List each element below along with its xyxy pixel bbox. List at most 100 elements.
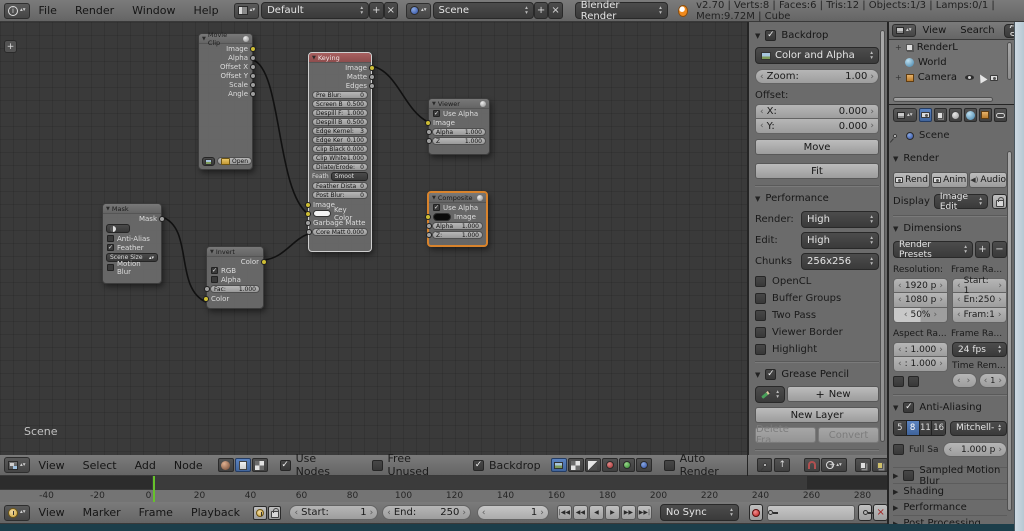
outliner-item-camera[interactable]: + Camera <box>889 70 1014 85</box>
node-keying-header[interactable]: ▼Keying <box>309 53 371 63</box>
socket-image-out[interactable] <box>250 46 256 52</box>
render-engine-select[interactable]: Blender Render <box>575 2 668 19</box>
frame-step-field[interactable]: Fram:1 <box>952 308 1007 323</box>
socket-scale-out[interactable] <box>250 82 256 88</box>
menu-item[interactable]: Render <box>66 4 123 17</box>
key-color-swatch[interactable] <box>313 210 331 217</box>
backdrop-b-button[interactable] <box>636 458 652 472</box>
anti-alias-checkbox[interactable]: ✓ <box>107 235 114 242</box>
socket-image-in[interactable] <box>305 202 311 208</box>
go-to-parent-button[interactable]: ↑ <box>774 458 790 472</box>
socket-matte-out[interactable] <box>369 74 375 80</box>
outliner-vscrollbar[interactable] <box>1007 42 1012 80</box>
add-preset-button[interactable]: + <box>975 241 990 258</box>
open-clip-button[interactable]: Open <box>217 157 252 165</box>
free-unused-checkbox[interactable]: ✓ <box>372 460 383 471</box>
z-slider[interactable]: Z1.000 <box>432 137 486 145</box>
compositing-nodes-button[interactable] <box>235 458 251 472</box>
animation-button[interactable]: Anim <box>931 172 968 188</box>
aspect-y-field[interactable]: : 1.000 <box>893 357 948 372</box>
socket-alpha-in[interactable] <box>426 129 432 135</box>
time-remap-old[interactable] <box>952 373 977 388</box>
socket-color-in[interactable] <box>203 296 209 302</box>
use-nodes-toggle[interactable]: ✓Use Nodes <box>280 452 352 478</box>
scene-name-field[interactable]: Scene <box>433 2 534 19</box>
layout-selector-icon[interactable]: ▴▾ <box>234 3 260 19</box>
resolution-x-field[interactable]: 1920 p <box>893 278 948 293</box>
record-button[interactable] <box>749 504 764 521</box>
option-row[interactable]: ✓ Viewer Border <box>755 327 879 338</box>
render-panel-header[interactable]: ▼Render <box>893 153 1007 164</box>
frame-end-field[interactable]: En:250 <box>952 293 1007 308</box>
layout-name-field[interactable]: Default <box>261 2 369 19</box>
core-matte-slider[interactable]: Core Matt 0.000 <box>312 228 368 236</box>
socket-color-out[interactable] <box>261 259 267 265</box>
menu-item[interactable]: Playback <box>182 506 249 519</box>
display-mode-select[interactable]: Image Edit <box>934 194 988 209</box>
chunks-select[interactable]: 256x256 <box>801 253 879 270</box>
time-remap-new[interactable]: 1 <box>979 373 1007 388</box>
backdrop-toggle[interactable]: ✓Backdrop <box>473 459 541 472</box>
node-mask-header[interactable]: ▼Mask <box>103 204 161 214</box>
node-composite-header[interactable]: ▼Composite <box>429 193 486 203</box>
outliner-item-world[interactable]: World <box>889 55 1014 70</box>
node-keying[interactable]: ▼Keying Image Matte Edges Pre Blur:0 Scr… <box>308 52 372 252</box>
keying-param-slider[interactable]: Despill B0.500 <box>312 118 368 126</box>
timeline-ruler[interactable]: -40-200204060801001201401601802002202402… <box>0 489 888 502</box>
keying-set-field[interactable] <box>767 505 854 521</box>
current-frame-field[interactable]: 1 <box>477 505 549 520</box>
option-checkbox[interactable]: ✓ <box>755 310 766 321</box>
expand-icon[interactable]: + <box>895 43 902 52</box>
socket-edges-out[interactable] <box>369 83 375 89</box>
option-checkbox[interactable]: ✓ <box>755 276 766 287</box>
insert-keyframe-button[interactable] <box>858 504 873 521</box>
tab-render-layers[interactable] <box>934 108 947 122</box>
node-mask[interactable]: ▼Mask Mask ✓Anti-Alias ✓Feather Scene Si… <box>102 203 162 284</box>
delete-layout-button[interactable]: × <box>384 2 398 19</box>
menu-item[interactable]: Node <box>165 459 212 472</box>
alpha-slider[interactable]: Alpha1.000 <box>432 222 483 230</box>
keying-param-slider[interactable]: Clip White1.000 <box>312 154 368 162</box>
visibility-eye-icon[interactable] <box>965 75 974 80</box>
aa-samples-11[interactable]: 11 <box>920 421 933 435</box>
scene-selector-icon[interactable]: ▴▾ <box>406 3 431 19</box>
z-slider[interactable]: Z:1.000 <box>432 231 483 239</box>
menu-item[interactable]: Marker <box>74 506 130 519</box>
node-composite[interactable]: ▼Composite ✓Use Alpha Image Alpha1.000 Z… <box>427 191 488 247</box>
keying-param-slider[interactable]: Dilate/Erode:0 <box>312 163 368 171</box>
backdrop-alpha-button[interactable] <box>585 458 601 472</box>
socket-mask-out[interactable] <box>159 216 165 222</box>
socket-fac-in[interactable] <box>204 286 210 292</box>
keying-param-slider[interactable]: Edge Ker0.100 <box>312 136 368 144</box>
node-editor-canvas[interactable]: + Scene ▼ Movie Clip Image Alpha Offset … <box>0 22 748 455</box>
mask-datablock-select[interactable] <box>106 224 130 233</box>
grease-pencil-checkbox[interactable]: ✓ <box>765 369 776 380</box>
menu-item[interactable]: View <box>30 459 74 472</box>
node-invert[interactable]: ▼Invert Color ✓RGB ✓Alpha Fac:1.000 Colo… <box>206 246 264 309</box>
socket-image-in[interactable] <box>425 214 431 220</box>
node-viewer[interactable]: ▼Viewer ✓Use Alpha Image Alpha1.000 Z1.0… <box>428 98 490 155</box>
socket-offsetx-out[interactable] <box>250 64 256 70</box>
copy-nodes-button[interactable] <box>855 458 871 472</box>
tab-constraints[interactable] <box>994 108 1007 122</box>
grease-pencil-datablock-select[interactable] <box>755 386 785 403</box>
aspect-x-field[interactable]: : 1.000 <box>893 342 948 357</box>
render-presets-select[interactable]: Render Presets <box>893 241 973 258</box>
socket-angle-out[interactable] <box>250 91 256 97</box>
backdrop-g-button[interactable] <box>619 458 635 472</box>
socket-z-in[interactable] <box>426 138 432 144</box>
menu-item[interactable]: File <box>30 4 66 17</box>
backdrop-color-button[interactable] <box>551 458 567 472</box>
delete-frame-button[interactable]: Delete Fra... <box>755 427 816 443</box>
outliner-item-renderlayers[interactable]: + RenderL <box>889 40 1014 55</box>
resolution-y-field[interactable]: 1080 p <box>893 293 948 308</box>
menu-item[interactable]: Search <box>953 25 1001 36</box>
audio-button[interactable]: ◀)Audio <box>969 172 1007 188</box>
auto-render-checkbox[interactable]: ✓ <box>664 460 675 471</box>
playback-button[interactable]: ▶▶ <box>621 505 636 520</box>
resolution-percent-slider[interactable]: 50% <box>893 308 948 323</box>
outliner-editor-selector[interactable]: ▴▾ <box>892 24 916 37</box>
shader-nodes-button[interactable] <box>218 458 234 472</box>
menu-item[interactable]: Window <box>123 4 184 17</box>
end-frame-field[interactable]: End:250 <box>382 505 471 520</box>
